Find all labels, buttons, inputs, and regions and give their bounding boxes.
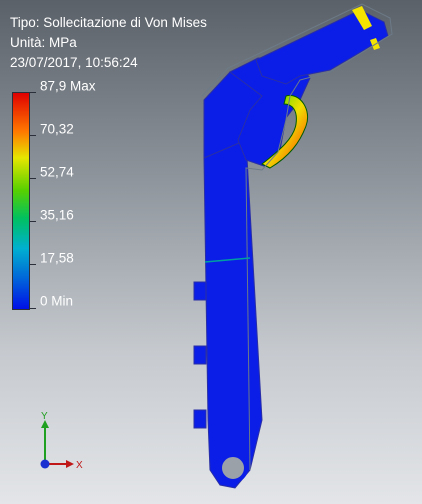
axis-triad: Y X	[40, 412, 83, 471]
legend-label: 35,16	[40, 207, 74, 223]
legend-tick	[30, 221, 36, 222]
stress-type: Tipo: Sollecitazione di Von Mises	[10, 15, 207, 30]
legend-tick	[30, 92, 36, 93]
clip-3	[193, 409, 207, 429]
legend-min-label: 0 Min	[40, 293, 74, 309]
legend-label: 70,32	[40, 121, 74, 137]
unit-label: Unità: MPa	[10, 35, 77, 50]
triad-x-label: X	[76, 460, 83, 471]
legend-tick	[30, 308, 36, 309]
clip-1	[193, 281, 207, 301]
result-info: Tipo: Sollecitazione di Von Mises Unità:…	[10, 13, 207, 73]
legend-max-label: 87,9 Max	[40, 78, 96, 94]
legend-tick	[30, 135, 36, 136]
end-hole	[218, 453, 248, 483]
legend-label: 52,74	[40, 164, 74, 180]
legend-tick	[30, 264, 36, 265]
clip-2	[193, 345, 207, 365]
legend-tick	[30, 178, 36, 179]
timestamp: 23/07/2017, 10:56:24	[10, 55, 138, 70]
graphics-viewport[interactable]: Tipo: Sollecitazione di Von Mises Unità:…	[0, 0, 422, 504]
legend-label: 17,58	[40, 250, 74, 266]
triad-y-label: Y	[41, 412, 48, 422]
lower-arm	[203, 139, 263, 489]
color-legend-bar	[12, 92, 30, 310]
